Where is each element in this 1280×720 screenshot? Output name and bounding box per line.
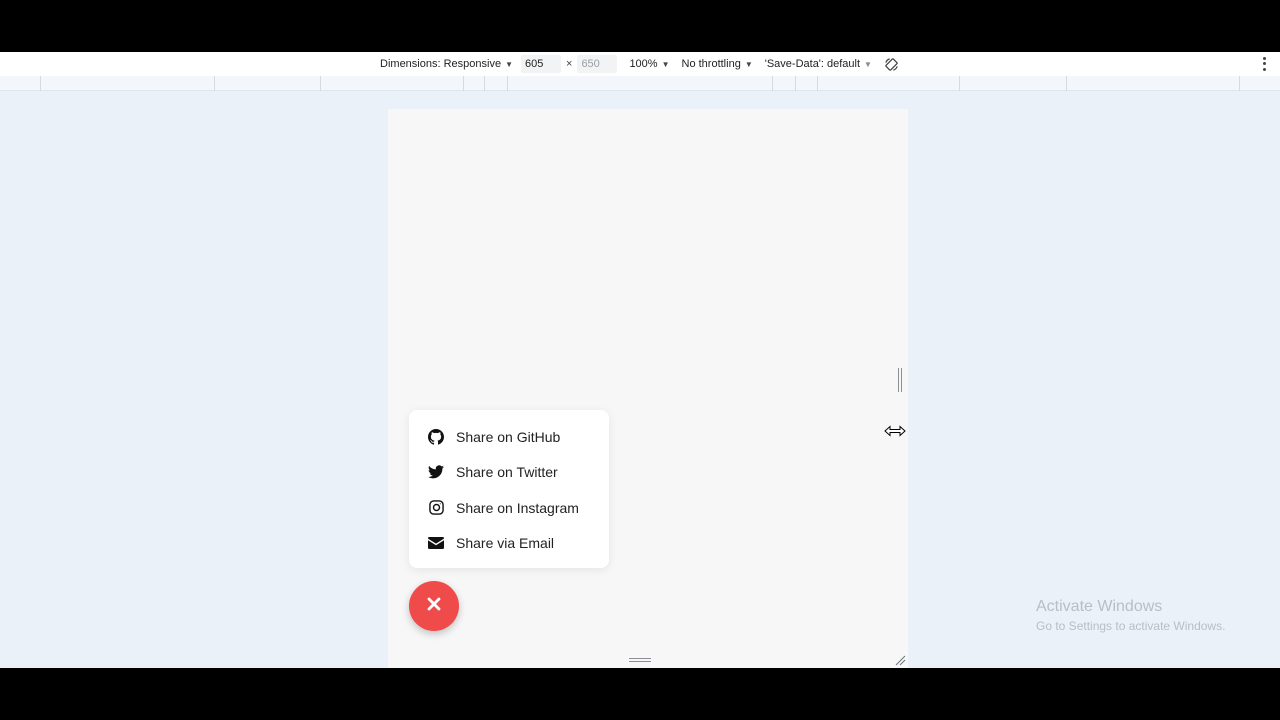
- dropdown-caret-icon: ▼: [505, 59, 513, 69]
- resize-cursor-icon: [884, 424, 906, 437]
- height-input[interactable]: [577, 55, 618, 73]
- github-icon: [428, 428, 444, 445]
- media-query-ruler: [0, 76, 1280, 91]
- device-toolbar: Dimensions: Responsive ▼ × 100% ▼ No thr…: [0, 52, 1280, 76]
- twitter-icon: [428, 464, 444, 480]
- viewport-resize-handle-bottom[interactable]: [629, 658, 651, 662]
- watermark-title: Activate Windows: [1036, 598, 1163, 615]
- share-email-label: Share via Email: [456, 535, 555, 552]
- dimensions-select[interactable]: Dimensions: Responsive ▼: [380, 58, 513, 70]
- dropdown-caret-icon: ▼: [864, 59, 872, 69]
- times-separator: ×: [566, 58, 573, 70]
- viewport-resize-handle-right[interactable]: [898, 368, 902, 392]
- share-instagram-label: Share on Instagram: [456, 499, 579, 516]
- windows-activation-watermark: Activate Windows Go to Settings to activ…: [1036, 598, 1225, 633]
- email-icon: [428, 535, 444, 551]
- save-data-select[interactable]: 'Save-Data': default ▼: [765, 58, 872, 70]
- dimensions-label: Dimensions: Responsive: [380, 58, 502, 70]
- more-options-icon[interactable]: [1262, 56, 1266, 72]
- zoom-select[interactable]: 100% ▼: [629, 58, 669, 70]
- letterbox-top: [0, 0, 1280, 52]
- share-menu: Share on GitHub Share on Twitter Share o…: [409, 410, 609, 568]
- share-twitter-item[interactable]: Share on Twitter: [409, 455, 609, 491]
- share-github-label: Share on GitHub: [456, 428, 561, 445]
- width-input[interactable]: [521, 55, 561, 73]
- dropdown-caret-icon: ▼: [661, 59, 670, 69]
- close-share-button[interactable]: [409, 581, 459, 631]
- share-instagram-item[interactable]: Share on Instagram: [409, 490, 609, 526]
- save-data-label: 'Save-Data': default: [764, 58, 861, 70]
- share-email-item[interactable]: Share via Email: [409, 526, 609, 562]
- share-twitter-label: Share on Twitter: [456, 464, 558, 481]
- viewport-resize-corner-icon[interactable]: [894, 653, 906, 666]
- dropdown-caret-icon: ▼: [744, 59, 753, 69]
- throttling-select[interactable]: No throttling ▼: [682, 58, 753, 70]
- letterbox-bottom: [0, 668, 1280, 720]
- share-github-item[interactable]: Share on GitHub: [409, 419, 609, 455]
- close-icon: [427, 597, 441, 616]
- device-emulation-area: Dimensions: Responsive ▼ × 100% ▼ No thr…: [0, 52, 1280, 668]
- emulated-viewport: Share on GitHub Share on Twitter Share o…: [388, 109, 908, 668]
- rotate-icon[interactable]: [884, 56, 900, 72]
- zoom-label: 100%: [629, 58, 658, 70]
- watermark-subtitle: Go to Settings to activate Windows.: [1036, 619, 1226, 633]
- throttling-label: No throttling: [681, 58, 741, 70]
- instagram-icon: [428, 500, 444, 516]
